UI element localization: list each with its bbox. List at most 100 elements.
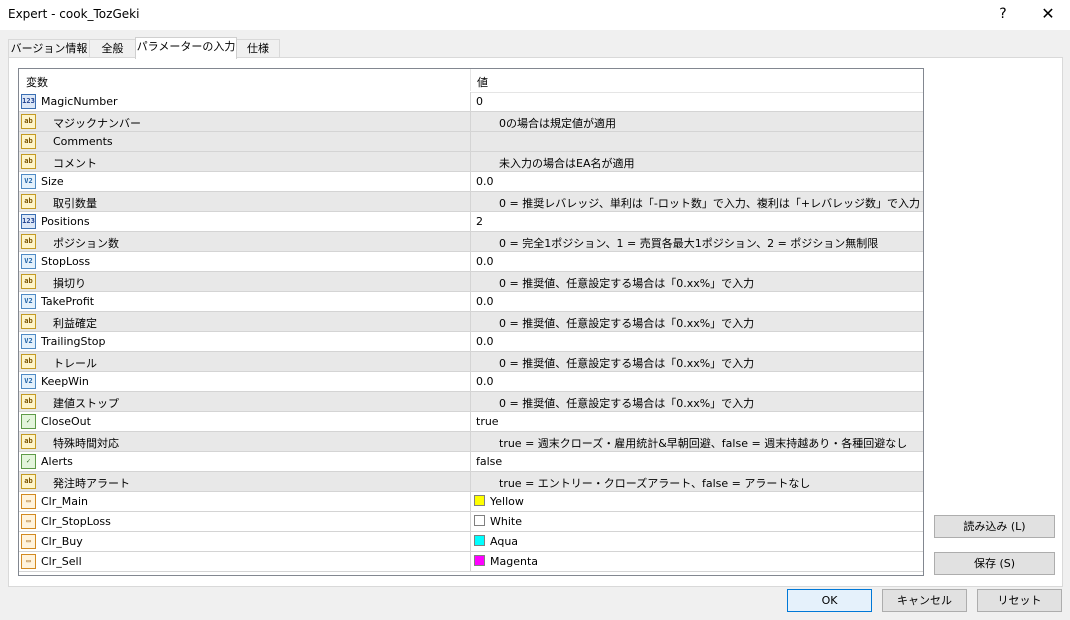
variable-value: Aqua: [490, 535, 519, 548]
table-row[interactable]: V2 TakeProfit 0.0: [19, 292, 923, 312]
value-cell[interactable]: 0 = 推奨値、任意設定する場合は「0.xx%」で入力: [470, 272, 923, 291]
reset-button[interactable]: リセット: [977, 589, 1062, 612]
variable-cell[interactable]: ab 取引数量: [19, 192, 470, 211]
tab-version-info[interactable]: バージョン情報: [8, 39, 90, 57]
value-cell[interactable]: 0 = 推奨レバレッジ、単利は「-ロット数」で入力、複利は「+レバレッジ数」で入…: [470, 192, 923, 211]
table-row[interactable]: V2 TrailingStop 0.0: [19, 332, 923, 352]
variable-cell[interactable]: ab 特殊時間対応: [19, 432, 470, 451]
variable-cell[interactable]: ✓ CloseOut: [19, 412, 470, 431]
value-cell[interactable]: 0: [470, 92, 923, 111]
table-row[interactable]: ab 特殊時間対応 true = 週末クローズ・雇用統計&早朝回避、false = …: [19, 432, 923, 452]
column-separator[interactable]: [470, 69, 471, 91]
value-cell[interactable]: Aqua: [470, 532, 923, 551]
variable-cell[interactable]: ab 利益確定: [19, 312, 470, 331]
variable-cell[interactable]: ab Comments: [19, 132, 470, 151]
value-cell[interactable]: 0 = 推奨値、任意設定する場合は「0.xx%」で入力: [470, 352, 923, 371]
close-icon[interactable]: ✕: [1038, 4, 1058, 24]
table-row[interactable]: V2 Size 0.0: [19, 172, 923, 192]
value-cell[interactable]: true: [470, 412, 923, 431]
table-row[interactable]: ▭ Clr_Main Yellow: [19, 492, 923, 512]
table-row[interactable]: ▭ Clr_StopLoss White: [19, 512, 923, 532]
value-cell[interactable]: 0.0: [470, 292, 923, 311]
variable-name: コメント: [53, 157, 97, 170]
variable-cell[interactable]: V2 TakeProfit: [19, 292, 470, 311]
table-row[interactable]: ab 建値ストップ 0 = 推奨値、任意設定する場合は「0.xx%」で入力: [19, 392, 923, 412]
value-cell[interactable]: 0の場合は規定値が適用: [470, 112, 923, 131]
variable-cell[interactable]: V2 StopLoss: [19, 252, 470, 271]
load-button[interactable]: 読み込み (L): [934, 515, 1055, 538]
color-swatch[interactable]: [474, 555, 485, 566]
value-cell[interactable]: 未入力の場合はEA名が適用: [470, 152, 923, 171]
tab-specification[interactable]: 仕様: [236, 39, 280, 57]
table-row[interactable]: ab コメント 未入力の場合はEA名が適用: [19, 152, 923, 172]
str-type-icon: ab: [21, 134, 36, 149]
tab-parameters[interactable]: パラメーターの入力: [135, 37, 237, 59]
value-cell[interactable]: true = エントリー・クローズアラート、false = アラートなし: [470, 472, 923, 491]
table-row[interactable]: ▭ Clr_Sell Magenta: [19, 552, 923, 572]
table-row[interactable]: ab トレール 0 = 推奨値、任意設定する場合は「0.xx%」で入力: [19, 352, 923, 372]
value-cell[interactable]: Magenta: [470, 552, 923, 571]
value-cell[interactable]: 0.0: [470, 172, 923, 191]
variable-cell[interactable]: ab トレール: [19, 352, 470, 371]
value-cell[interactable]: 0.0: [470, 372, 923, 391]
value-cell[interactable]: Yellow: [470, 492, 923, 511]
value-cell[interactable]: 0 = 推奨値、任意設定する場合は「0.xx%」で入力: [470, 392, 923, 411]
variable-cell[interactable]: V2 KeepWin: [19, 372, 470, 391]
variable-name: 利益確定: [53, 317, 97, 330]
table-row[interactable]: ab Comments: [19, 132, 923, 152]
variable-cell[interactable]: ▭ Clr_Buy: [19, 532, 470, 551]
value-cell[interactable]: [470, 132, 923, 151]
cancel-button[interactable]: キャンセル: [882, 589, 967, 612]
color-swatch[interactable]: [474, 515, 485, 526]
value-cell[interactable]: 0.0: [470, 252, 923, 271]
variable-value: 未入力の場合はEA名が適用: [499, 157, 635, 170]
variable-name: 損切り: [53, 277, 86, 290]
table-row[interactable]: 123 MagicNumber 0: [19, 92, 923, 112]
variable-cell[interactable]: ✓ Alerts: [19, 452, 470, 471]
color-swatch[interactable]: [474, 535, 485, 546]
value-cell[interactable]: 2: [470, 212, 923, 231]
table-row[interactable]: ▭ Clr_Buy Aqua: [19, 532, 923, 552]
table-row[interactable]: ab 利益確定 0 = 推奨値、任意設定する場合は「0.xx%」で入力: [19, 312, 923, 332]
value-cell[interactable]: true = 週末クローズ・雇用統計&早朝回避、false = 週末持越あり・各…: [470, 432, 923, 451]
column-header-variable[interactable]: 変数: [26, 74, 48, 90]
table-row[interactable]: ab 発注時アラート true = エントリー・クローズアラート、false = ア…: [19, 472, 923, 492]
save-button[interactable]: 保存 (S): [934, 552, 1055, 575]
ok-button[interactable]: OK: [787, 589, 872, 612]
value-cell[interactable]: 0 = 推奨値、任意設定する場合は「0.xx%」で入力: [470, 312, 923, 331]
table-row[interactable]: ab ポジション数 0 = 完全1ポジション、1 = 売買各最大1ポジション、2 =…: [19, 232, 923, 252]
value-cell[interactable]: false: [470, 452, 923, 471]
column-header-value[interactable]: 値: [477, 74, 488, 90]
variable-cell[interactable]: ab ポジション数: [19, 232, 470, 251]
table-row[interactable]: ab 取引数量 0 = 推奨レバレッジ、単利は「-ロット数」で入力、複利は「+レバレ…: [19, 192, 923, 212]
variable-cell[interactable]: ▭ Clr_StopLoss: [19, 512, 470, 531]
value-cell[interactable]: White: [470, 512, 923, 531]
variable-value: false: [476, 455, 503, 468]
tab-general[interactable]: 全般: [89, 39, 136, 57]
variable-cell[interactable]: ▭ Clr_Sell: [19, 552, 470, 571]
table-row[interactable]: 123 Positions 2: [19, 212, 923, 232]
color-swatch[interactable]: [474, 495, 485, 506]
variable-cell[interactable]: ab マジックナンバー: [19, 112, 470, 131]
table-row[interactable]: V2 KeepWin 0.0: [19, 372, 923, 392]
value-cell[interactable]: 0 = 完全1ポジション、1 = 売買各最大1ポジション、2 = ポジション無制…: [470, 232, 923, 251]
help-icon[interactable]: ?: [993, 4, 1013, 24]
table-row[interactable]: V2 StopLoss 0.0: [19, 252, 923, 272]
variable-cell[interactable]: ab 建値ストップ: [19, 392, 470, 411]
variable-cell[interactable]: V2 TrailingStop: [19, 332, 470, 351]
variable-cell[interactable]: 123 MagicNumber: [19, 92, 470, 111]
table-row[interactable]: ab マジックナンバー 0の場合は規定値が適用: [19, 112, 923, 132]
table-row[interactable]: ✓ CloseOut true: [19, 412, 923, 432]
grid-header: 変数 値: [19, 69, 923, 93]
variable-cell[interactable]: V2 Size: [19, 172, 470, 191]
table-row[interactable]: ✓ Alerts false: [19, 452, 923, 472]
table-row[interactable]: ab 損切り 0 = 推奨値、任意設定する場合は「0.xx%」で入力: [19, 272, 923, 292]
variable-cell[interactable]: ▭ Clr_Main: [19, 492, 470, 511]
parameter-grid[interactable]: 変数 値 123 MagicNumber 0 ab マジックナンバー 0の場合は規定値が適…: [18, 68, 924, 576]
variable-cell[interactable]: ab コメント: [19, 152, 470, 171]
clr-type-icon: ▭: [21, 494, 36, 509]
value-cell[interactable]: 0.0: [470, 332, 923, 351]
variable-cell[interactable]: ab 発注時アラート: [19, 472, 470, 491]
variable-cell[interactable]: 123 Positions: [19, 212, 470, 231]
variable-cell[interactable]: ab 損切り: [19, 272, 470, 291]
